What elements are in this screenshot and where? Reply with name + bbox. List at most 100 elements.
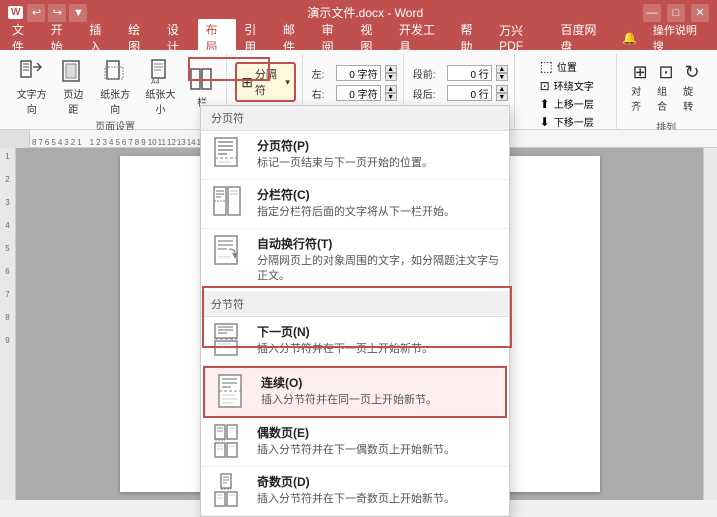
align-label: 对齐 xyxy=(631,83,649,113)
spacing-before-row: 段前: ▲ ▼ xyxy=(413,65,508,81)
dropdown-item-odd-page[interactable]: 奇数页(D) 插入分节符并在下一奇数页上开始新节。 xyxy=(201,467,509,516)
odd-page-item-title: 奇数页(D) xyxy=(257,473,499,490)
indent-left-down[interactable]: ▼ xyxy=(385,73,397,81)
bring-forward-icon: ⬆ xyxy=(540,97,550,111)
ribbon-group-arrange: ⊞ 对齐 ⊡ 组合 ↻ 旋转 排列 xyxy=(619,54,713,129)
spacing-before-input[interactable] xyxy=(447,65,492,81)
breaks-chevron-icon: ▾ xyxy=(285,77,290,88)
indent-right-spin[interactable]: ▲ ▼ xyxy=(385,85,397,101)
group-label: 组合 xyxy=(657,83,675,113)
orientation-icon xyxy=(101,58,129,86)
text-direction-button[interactable]: 文字方向 xyxy=(10,56,53,118)
column-break-item-desc: 指定分栏符后面的文字将从下一栏开始。 xyxy=(257,205,499,220)
breaks-label: 分隔符 xyxy=(255,66,283,98)
indent-left-up[interactable]: ▲ xyxy=(385,65,397,73)
wrap-text-row: ⊡ 环绕文字 xyxy=(540,78,594,93)
even-page-item-icon xyxy=(211,424,247,460)
columns-button[interactable]: 栏 xyxy=(184,64,220,111)
rotate-button[interactable]: ↻ 旋转 xyxy=(681,60,703,115)
vruler-tick: 8 xyxy=(5,313,9,322)
vruler-tick: 9 xyxy=(5,336,9,345)
svg-text:A4: A4 xyxy=(151,79,160,85)
continuous-item-desc: 插入分节符并在同一页上开始新节。 xyxy=(261,393,495,408)
menu-bar: 文件 开始 插入 绘图 设计 布局 引用 邮件 审阅 视图 开发工具 帮助 万兴… xyxy=(0,25,717,50)
odd-page-item-text: 奇数页(D) 插入分节符并在下一奇数页上开始新节。 xyxy=(257,473,499,507)
vruler-tick: 1 xyxy=(5,152,9,161)
spacing-before-spin[interactable]: ▲ ▼ xyxy=(496,65,508,81)
minimize-button[interactable]: — xyxy=(643,4,661,22)
vertical-scrollbar[interactable] xyxy=(703,148,717,500)
group-button[interactable]: ⊡ 组合 xyxy=(655,60,677,115)
spacing-before-label: 段前: xyxy=(413,66,443,81)
size-label: 纸张大小 xyxy=(143,86,178,116)
size-icon: A4 xyxy=(146,58,174,86)
text-dir-label: 文字方向 xyxy=(14,86,49,116)
page-break-item-text: 分页符(P) 标记一页结束与下一页开始的位置。 xyxy=(257,137,499,171)
position-row: ⬚ 位置 xyxy=(540,58,594,75)
indent-left-spin[interactable]: ▲ ▼ xyxy=(385,65,397,81)
ruler-corner xyxy=(0,130,30,148)
send-back-label: 下移一层 xyxy=(554,114,594,129)
vertical-ruler: 1 2 3 4 5 6 7 8 9 xyxy=(0,148,16,500)
column-break-item-icon xyxy=(211,186,247,222)
position-label: 位置 xyxy=(557,59,577,74)
even-page-item-text: 偶数页(E) 插入分节符并在下一偶数页上开始新节。 xyxy=(257,424,499,458)
columns-icon xyxy=(188,66,216,94)
spacing-before-up[interactable]: ▲ xyxy=(496,65,508,73)
next-page-item-icon xyxy=(211,323,247,359)
even-page-item-title: 偶数页(E) xyxy=(257,424,499,441)
indent-right-label: 右: xyxy=(312,86,332,101)
position-icon: ⬚ xyxy=(540,58,553,75)
indent-right-down[interactable]: ▼ xyxy=(385,93,397,101)
spacing-after-spin[interactable]: ▲ ▼ xyxy=(496,85,508,101)
send-back-icon: ⬇ xyxy=(540,115,550,129)
indent-left-input[interactable] xyxy=(336,65,381,81)
rotate-icon: ↻ xyxy=(685,62,700,83)
size-button[interactable]: A4 纸张大小 xyxy=(139,56,182,118)
page-setup-buttons: 文字方向 页边距 纸张方向 xyxy=(10,56,220,118)
close-button[interactable]: ✕ xyxy=(691,4,709,22)
dropdown-item-page-break[interactable]: 分页符(P) 标记一页结束与下一页开始的位置。 xyxy=(201,131,509,180)
menu-op[interactable]: 🔔 xyxy=(614,29,645,47)
spacing-after-label: 段后: xyxy=(413,86,443,101)
indent-right-input[interactable] xyxy=(336,85,381,101)
next-page-item-title: 下一页(N) xyxy=(257,323,499,340)
word-icon: W xyxy=(8,6,23,19)
window-controls: — □ ✕ xyxy=(643,4,709,22)
wrap-text-label: 环绕文字 xyxy=(554,78,594,93)
maximize-button[interactable]: □ xyxy=(667,4,685,22)
indent-right-row: 右: ▲ ▼ xyxy=(312,85,397,101)
spacing-after-up[interactable]: ▲ xyxy=(496,85,508,93)
margin-label: 页边距 xyxy=(59,86,87,116)
column-break-item-text: 分栏符(C) 指定分栏符后面的文字将从下一栏开始。 xyxy=(257,186,499,220)
dropdown-item-column-break[interactable]: 分栏符(C) 指定分栏符后面的文字将从下一栏开始。 xyxy=(201,180,509,229)
dropdown-item-next-page[interactable]: 下一页(N) 插入分节符并在下一页上开始新节。 xyxy=(201,317,509,366)
spacing-after-down[interactable]: ▼ xyxy=(496,93,508,101)
continuous-item-icon xyxy=(215,374,251,410)
spacing-after-input[interactable] xyxy=(447,85,492,101)
continuous-item-title: 连续(O) xyxy=(261,374,495,391)
text-wrap-item-text: 自动换行符(T) 分隔网页上的对象周围的文字，如分隔题注文字与正文。 xyxy=(257,235,499,285)
indent-right-up[interactable]: ▲ xyxy=(385,85,397,93)
vruler-tick: 5 xyxy=(5,244,9,253)
bring-forward-row: ⬆ 上移一层 xyxy=(540,96,594,111)
text-wrap-item-icon xyxy=(211,235,247,271)
dropdown-item-text-wrap[interactable]: 自动换行符(T) 分隔网页上的对象周围的文字，如分隔题注文字与正文。 xyxy=(201,229,509,292)
breaks-dropdown-button[interactable]: ⊞ 分隔符 ▾ xyxy=(235,62,296,102)
align-icon: ⊞ xyxy=(633,62,648,83)
spacing-before-down[interactable]: ▼ xyxy=(496,73,508,81)
group-icon: ⊡ xyxy=(659,62,674,83)
dropdown-item-continuous[interactable]: 连续(O) 插入分节符并在同一页上开始新节。 xyxy=(203,366,507,418)
breaks-icon: ⊞ xyxy=(241,74,253,91)
vruler-tick: 4 xyxy=(5,221,9,230)
orientation-button[interactable]: 纸张方向 xyxy=(93,56,136,118)
next-page-item-desc: 插入分节符并在下一页上开始新节。 xyxy=(257,342,499,357)
vruler-tick: 6 xyxy=(5,267,9,276)
ribbon-group-position: ⬚ 位置 ⊡ 环绕文字 ⬆ 上移一层 ⬇ 下移一层 ☰ 选择 xyxy=(517,54,617,129)
page-break-item-desc: 标记一页结束与下一页开始的位置。 xyxy=(257,156,499,171)
margin-button[interactable]: 页边距 xyxy=(55,56,91,118)
dropdown-item-even-page[interactable]: 偶数页(E) 插入分节符并在下一偶数页上开始新节。 xyxy=(201,418,509,467)
ribbon-group-page-setup: 文字方向 页边距 纸张方向 xyxy=(4,54,227,129)
vruler-tick: 2 xyxy=(5,175,9,184)
align-button[interactable]: ⊞ 对齐 xyxy=(629,60,651,115)
